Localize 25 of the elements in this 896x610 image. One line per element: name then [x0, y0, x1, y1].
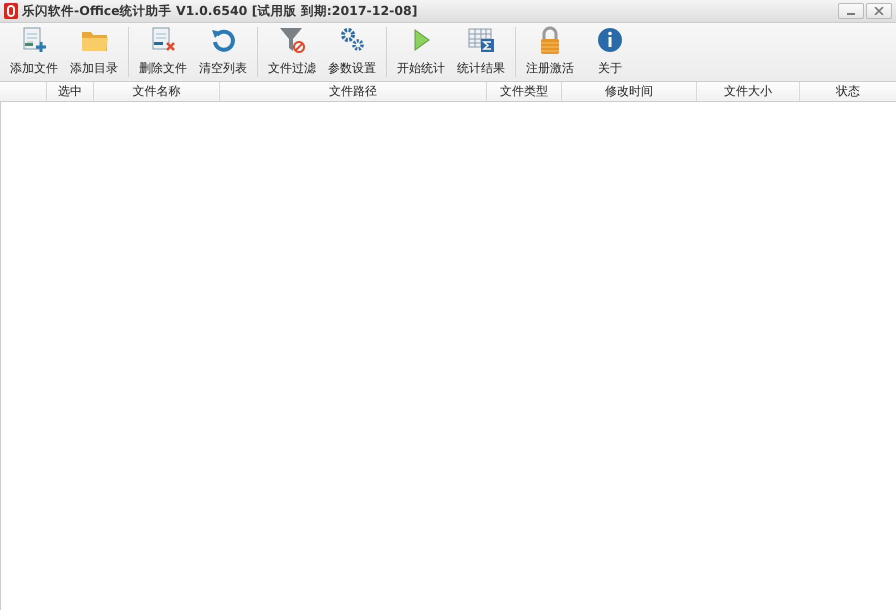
minimize-button[interactable] — [838, 3, 864, 19]
toolbar-button[interactable]: 清空列表 — [193, 23, 253, 81]
toolbar-button[interactable]: 统计结果 — [451, 23, 511, 81]
column-header[interactable]: 修改时间 — [562, 82, 697, 101]
table-sigma-icon — [467, 26, 495, 54]
toolbar-button[interactable]: 参数设置 — [322, 23, 382, 81]
toolbar-button[interactable]: 文件过滤 — [262, 23, 322, 81]
close-button[interactable] — [866, 3, 892, 19]
toolbar-button[interactable]: 关于 — [580, 23, 640, 81]
info-circle-icon — [596, 26, 624, 54]
toolbar-button[interactable]: 注册激活 — [520, 23, 580, 81]
toolbar-button[interactable]: 开始统计 — [391, 23, 451, 81]
column-header[interactable]: 文件类型 — [487, 82, 562, 101]
app-logo-icon — [4, 3, 18, 19]
column-header[interactable]: 文件大小 — [697, 82, 800, 101]
column-header[interactable]: 文件路径 — [220, 82, 487, 101]
column-header[interactable]: 文件名称 — [94, 82, 220, 101]
funnel-icon — [278, 26, 306, 54]
close-icon — [874, 7, 884, 15]
toolbar-button[interactable]: 删除文件 — [133, 23, 193, 81]
window-title: 乐闪软件-Office统计助手 V1.0.6540 [试用版 到期:2017-12-08] — [22, 2, 418, 20]
toolbar-button[interactable]: 添加文件 — [4, 23, 64, 81]
toolbar-button[interactable]: 添加目录 — [64, 23, 124, 81]
column-header[interactable]: 选中 — [47, 82, 94, 101]
column-header[interactable]: 状态 — [800, 82, 896, 101]
